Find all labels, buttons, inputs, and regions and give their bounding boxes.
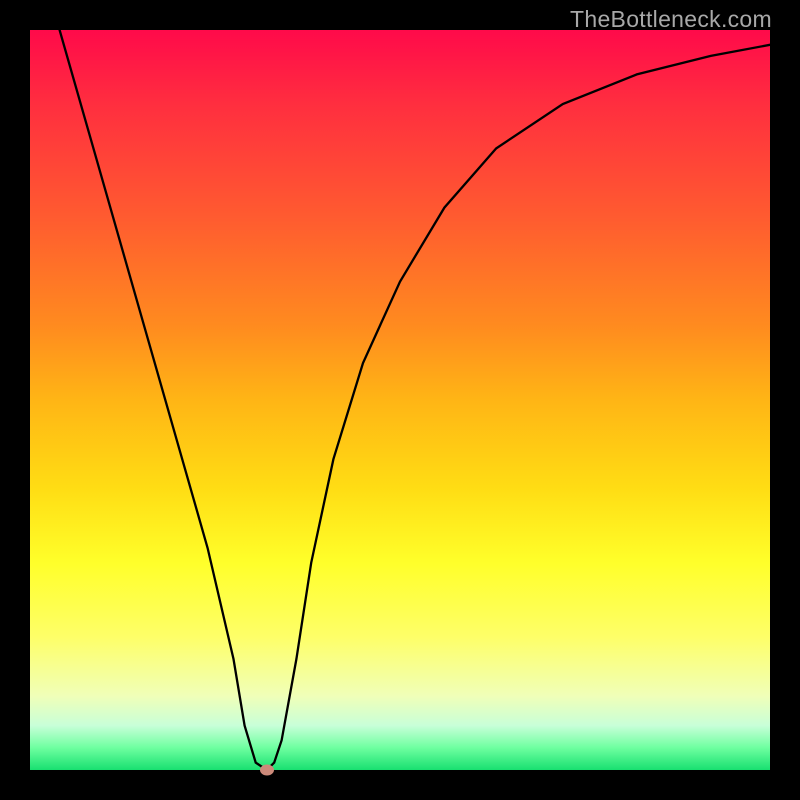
optimal-point-marker (260, 765, 274, 776)
chart-plot-area (30, 30, 770, 770)
chart-svg (30, 30, 770, 770)
bottleneck-curve (60, 30, 770, 770)
watermark-text: TheBottleneck.com (570, 6, 772, 33)
chart-container: TheBottleneck.com (0, 0, 800, 800)
